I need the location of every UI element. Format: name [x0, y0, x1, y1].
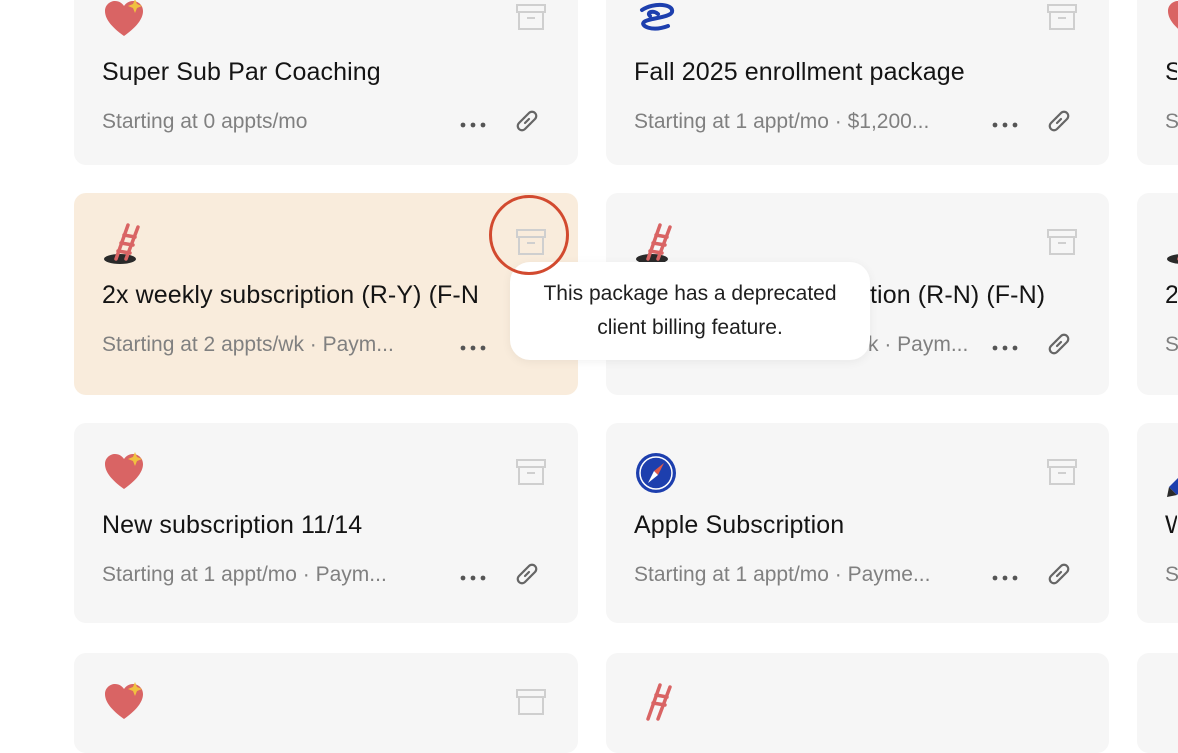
heart-icon	[102, 0, 146, 42]
heart-icon	[102, 681, 146, 725]
card-title: S	[1165, 58, 1177, 86]
card-title: W	[1165, 511, 1177, 539]
more-options-icon[interactable]	[991, 341, 1019, 353]
ladder-icon	[634, 681, 678, 725]
card-subtitle: Starting at 0 appts/mo	[102, 110, 308, 133]
spiral-icon	[634, 0, 678, 40]
link-icon[interactable]	[510, 104, 544, 138]
package-card[interactable]: New subscription 11/14 Starting at 1 app…	[74, 423, 578, 623]
card-subtitle: Starting at 1 appt/mo · Paym...	[102, 563, 387, 586]
card-title: Apple Subscription	[634, 511, 845, 539]
heart-icon	[1165, 0, 1178, 42]
archive-icon[interactable]	[514, 685, 548, 719]
card-title: New subscription 11/14	[102, 511, 363, 539]
card-title: 2x weekly subscription (R-Y) (F-N	[102, 281, 479, 309]
more-options-icon[interactable]	[459, 571, 487, 583]
package-card[interactable]	[606, 653, 1109, 753]
package-card[interactable]: Super Sub Par Coaching Starting at 0 app…	[74, 0, 578, 165]
archive-icon[interactable]	[514, 455, 548, 489]
package-card[interactable]: W S	[1137, 423, 1178, 623]
link-icon[interactable]	[1042, 557, 1076, 591]
package-card[interactable]	[1137, 653, 1178, 753]
ladder-icon	[634, 221, 678, 265]
card-title: Super Sub Par Coaching	[102, 58, 381, 86]
card-subtitle: S	[1165, 110, 1178, 133]
package-card[interactable]: Fall 2025 enrollment package Starting at…	[606, 0, 1109, 165]
link-icon[interactable]	[1042, 104, 1076, 138]
archive-icon[interactable]	[514, 0, 548, 34]
package-card[interactable]	[74, 653, 578, 753]
link-icon[interactable]	[510, 557, 544, 591]
annotation-circle	[489, 195, 569, 275]
more-options-icon[interactable]	[991, 118, 1019, 130]
heart-icon	[102, 451, 146, 495]
archive-icon[interactable]	[1045, 225, 1079, 259]
tooltip-line-1: This package has a deprecated	[543, 282, 837, 305]
card-subtitle: k · Paym...	[868, 333, 969, 356]
card-title: Fall 2025 enrollment package	[634, 58, 965, 86]
archive-icon[interactable]	[1045, 0, 1079, 34]
card-title: 2	[1165, 281, 1177, 309]
more-options-icon[interactable]	[459, 341, 487, 353]
package-card[interactable]: S S	[1137, 0, 1178, 165]
card-subtitle: Starting at 1 appt/mo · $1,200...	[634, 110, 930, 133]
archive-icon[interactable]	[1045, 455, 1079, 489]
card-title: tion (R-N) (F-N)	[870, 281, 1046, 309]
card-subtitle: Starting at 1 appt/mo · Payme...	[634, 563, 931, 586]
card-subtitle: S	[1165, 563, 1178, 586]
package-card[interactable]: 2 S	[1137, 193, 1178, 395]
compass-icon	[634, 451, 678, 495]
deprecated-feature-tooltip: This package has a deprecated client bil…	[510, 262, 870, 360]
tooltip-line-2: client billing feature.	[597, 316, 783, 339]
ladder-icon	[1165, 221, 1178, 265]
card-subtitle: S	[1165, 333, 1178, 356]
package-card[interactable]: Apple Subscription Starting at 1 appt/mo…	[606, 423, 1109, 623]
card-subtitle: Starting at 2 appts/wk · Paym...	[102, 333, 394, 356]
ladder-icon	[102, 221, 146, 265]
more-options-icon[interactable]	[459, 118, 487, 130]
link-icon[interactable]	[1042, 327, 1076, 361]
more-options-icon[interactable]	[991, 571, 1019, 583]
pencil-icon	[1165, 463, 1178, 507]
